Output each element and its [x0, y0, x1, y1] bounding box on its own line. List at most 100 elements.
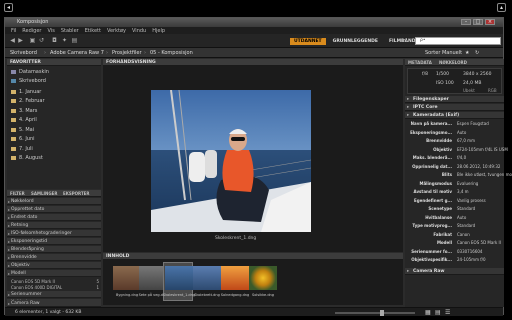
metadata-key: Modell: [436, 240, 452, 245]
favorite-item[interactable]: 4. April: [11, 117, 37, 123]
metadata-key: Fabrikat: [433, 231, 452, 237]
favorite-item[interactable]: 2. Februar: [11, 98, 45, 104]
folder-icon: [11, 136, 16, 141]
filter-modified[interactable]: Endret dato: [7, 214, 101, 221]
folder-icon[interactable]: ▣: [29, 37, 36, 44]
search-input[interactable]: ρ•: [415, 37, 501, 45]
camera-raw-section[interactable]: Camera Raw: [405, 268, 504, 275]
workspace-basic[interactable]: GRUNNLEGGENDE: [329, 38, 382, 45]
metadata-key: Serienummer fo...: [411, 248, 452, 254]
slider-handle[interactable]: [380, 310, 384, 316]
filter-model[interactable]: Modell: [7, 270, 101, 277]
folder-icon: [11, 117, 16, 122]
back-icon[interactable]: ◀: [9, 37, 16, 44]
metadata-key: Maks. blenderå...: [412, 155, 452, 160]
thumbnail[interactable]: [221, 266, 249, 290]
filter-lens[interactable]: Objektiv: [7, 262, 101, 269]
computer-icon: [11, 69, 16, 74]
close-button[interactable]: ×: [485, 19, 495, 25]
star-icon[interactable]: ★: [465, 50, 469, 56]
menu-vindu[interactable]: Vindu: [132, 28, 146, 34]
rotate-icon[interactable]: ↻: [475, 50, 479, 56]
filter-exposure[interactable]: Eksponeringstid: [7, 238, 101, 245]
left-corner-button[interactable]: ◂: [4, 3, 13, 12]
menu-hjelp[interactable]: Hjelp: [152, 28, 165, 34]
thumbnail[interactable]: [249, 266, 277, 290]
favorite-item[interactable]: 7. Juli: [11, 146, 33, 152]
favorite-item[interactable]: 1. Januar: [11, 89, 41, 95]
favorite-item[interactable]: 6. Juni: [11, 136, 35, 142]
aperture-value: f/8: [422, 72, 428, 77]
chevron-right-icon: ›: [144, 50, 146, 56]
menu-vis[interactable]: Vis: [48, 28, 55, 34]
breadcrumb-desktop[interactable]: Skrivebord: [10, 50, 37, 56]
window-title: Komposisjon: [17, 19, 49, 25]
filter-focal[interactable]: Brennvidde: [7, 254, 101, 261]
favorites-header[interactable]: FAVORITTER: [7, 59, 101, 66]
history-icon[interactable]: ↺: [38, 37, 45, 44]
metadata-value: Espen Fougstad: [457, 121, 489, 126]
model-option[interactable]: Canon EOS 400D DIGITAL 1: [11, 285, 99, 290]
menu-verktoy[interactable]: Verktøy: [107, 28, 126, 34]
metadata-key: Blits: [441, 172, 452, 177]
tab-keywords[interactable]: NØKKELORD: [439, 59, 467, 66]
menu-fil[interactable]: Fil: [11, 28, 16, 34]
maximize-button[interactable]: □: [473, 19, 483, 25]
breadcrumb-project[interactable]: Prosjektfiler: [112, 50, 142, 56]
thumbnail-size-slider[interactable]: [335, 312, 415, 314]
metadata-key: Hvitbalanse: [425, 214, 452, 220]
title-bar: Komposisjon – □ ×: [5, 18, 503, 27]
filter-keywords[interactable]: Nøkkelord: [7, 198, 101, 205]
tab-export[interactable]: EKSPORTER: [63, 190, 90, 197]
camera-data-section[interactable]: Kameradata (Exif): [405, 112, 504, 119]
menu-etikett[interactable]: Etikett: [85, 28, 101, 34]
tab-filter[interactable]: FILTER: [10, 190, 25, 197]
iptc-section[interactable]: IPTC Core: [405, 104, 504, 111]
forward-icon[interactable]: ▶: [17, 37, 24, 44]
chevron-right-icon: ›: [106, 50, 108, 56]
filter-iso[interactable]: ISO-følsomhetsgraderinger: [7, 230, 101, 237]
grid-view-icon[interactable]: ▦: [425, 309, 431, 316]
folder-icon: [11, 98, 16, 103]
thumbnail[interactable]: [193, 266, 221, 290]
detail-view-icon[interactable]: ▤: [435, 309, 441, 316]
mode-value: RGB: [488, 88, 497, 93]
filter-aperture[interactable]: Blenderåpning: [7, 246, 101, 253]
filter-orientation[interactable]: Retning: [7, 222, 101, 229]
favorites-panel: Datamaskin Skrivebord 1. Januar 2. Febru…: [7, 66, 101, 189]
menu-rediger[interactable]: Rediger: [22, 28, 41, 34]
filter-created[interactable]: Opprettet dato: [7, 206, 101, 213]
list-view-icon[interactable]: ☰: [445, 309, 450, 316]
filter-serial[interactable]: Serienummer: [7, 291, 101, 298]
model-option[interactable]: Canon EOS 5D Mark II 5: [11, 279, 99, 284]
thumbnail[interactable]: [113, 266, 141, 290]
minimize-button[interactable]: –: [461, 19, 471, 25]
content-header[interactable]: INNHOLD: [103, 253, 403, 260]
favorite-item[interactable]: Skrivebord: [11, 78, 46, 84]
filter-cameraraw[interactable]: Camera Raw: [7, 300, 101, 307]
favorite-item[interactable]: 3. Mars: [11, 108, 37, 114]
open-icon[interactable]: ▤: [71, 37, 78, 44]
tab-collections[interactable]: SAMLINGER: [31, 190, 57, 197]
metadata-value: Canon EOS 5D Mark II: [457, 240, 501, 245]
preview-header[interactable]: FORHÅNDSVISNING: [103, 59, 403, 66]
size-value: 3840 x 2560: [463, 72, 492, 77]
dropdown-icon[interactable]: ▾: [400, 37, 407, 44]
right-corner-button[interactable]: ▴: [497, 3, 506, 12]
camera-info-box: f/8 1/500 ISO 100 3840 x 2560 24,0 MB Ub…: [407, 68, 502, 94]
menu-stabler[interactable]: Stabler: [61, 28, 79, 34]
favorite-item[interactable]: 5. Mai: [11, 127, 34, 133]
sort-label[interactable]: Sorter Manuelt: [425, 50, 462, 56]
metadata-value: Standard: [457, 223, 476, 228]
breadcrumb-composition[interactable]: 05 - Komposisjon: [150, 50, 193, 56]
favorite-item[interactable]: Datamaskin: [11, 69, 49, 75]
refine-icon[interactable]: ✦: [61, 37, 68, 44]
file-properties-section[interactable]: Filegenskaper: [405, 96, 504, 103]
thumbnail[interactable]: [165, 266, 193, 290]
favorite-item[interactable]: 8. August: [11, 155, 43, 161]
breadcrumb-acr[interactable]: Adobe Camera Raw 7: [50, 50, 104, 56]
camera-icon[interactable]: ◘: [51, 37, 58, 44]
tab-metadata[interactable]: METADATA: [408, 59, 432, 66]
workspace-active[interactable]: UTDANNET: [290, 38, 326, 45]
metadata-value: 3,4 m: [457, 189, 469, 194]
